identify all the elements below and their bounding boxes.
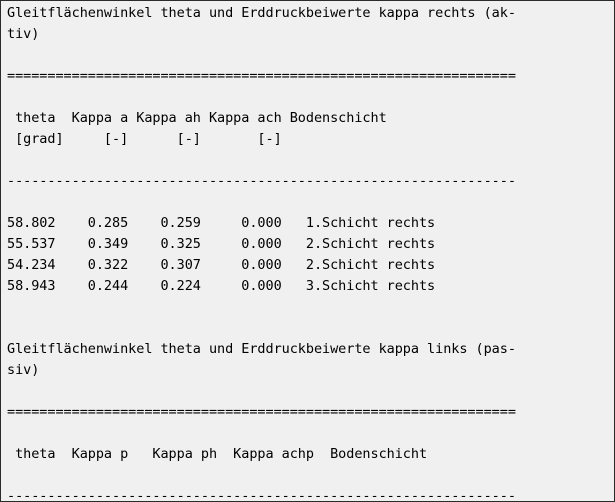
section-1-dashed-rule: ----------------------------------------… [7,173,516,189]
section-2-title-line-2: siv) [7,362,40,378]
section-2-double-rule: ========================================… [7,404,516,420]
section-2-dashed-rule: ----------------------------------------… [7,488,516,502]
table-row: 55.537 0.349 0.325 0.000 2.Schicht recht… [7,236,436,252]
table-row: 58.802 0.285 0.259 0.000 1.Schicht recht… [7,215,436,231]
section-1-column-header-row: theta Kappa a Kappa ah Kappa ach Bodensc… [7,110,387,126]
report-text-layer[interactable]: Gleitflächenwinkel theta und Erddruckbei… [1,1,614,501]
console-text-output[interactable]: Gleitflächenwinkel theta und Erddruckbei… [1,3,614,502]
section-2-title-line-1: Gleitflächenwinkel theta und Erddruckbei… [7,341,516,357]
text-report-window[interactable]: Gleitflächenwinkel theta und Erddruckbei… [0,0,615,502]
section-1-title-line-2: tiv) [7,26,40,42]
section-1-title-line-1: Gleitflächenwinkel theta und Erddruckbei… [7,5,516,21]
section-1-double-rule: ========================================… [7,68,516,84]
table-row: 58.943 0.244 0.224 0.000 3.Schicht recht… [7,278,436,294]
section-1-units-row: [grad] [-] [-] [-] [7,131,282,147]
section-2-column-header-row: theta Kappa p Kappa ph Kappa achp Bodens… [7,446,428,462]
table-row: 54.234 0.322 0.307 0.000 2.Schicht recht… [7,257,436,273]
